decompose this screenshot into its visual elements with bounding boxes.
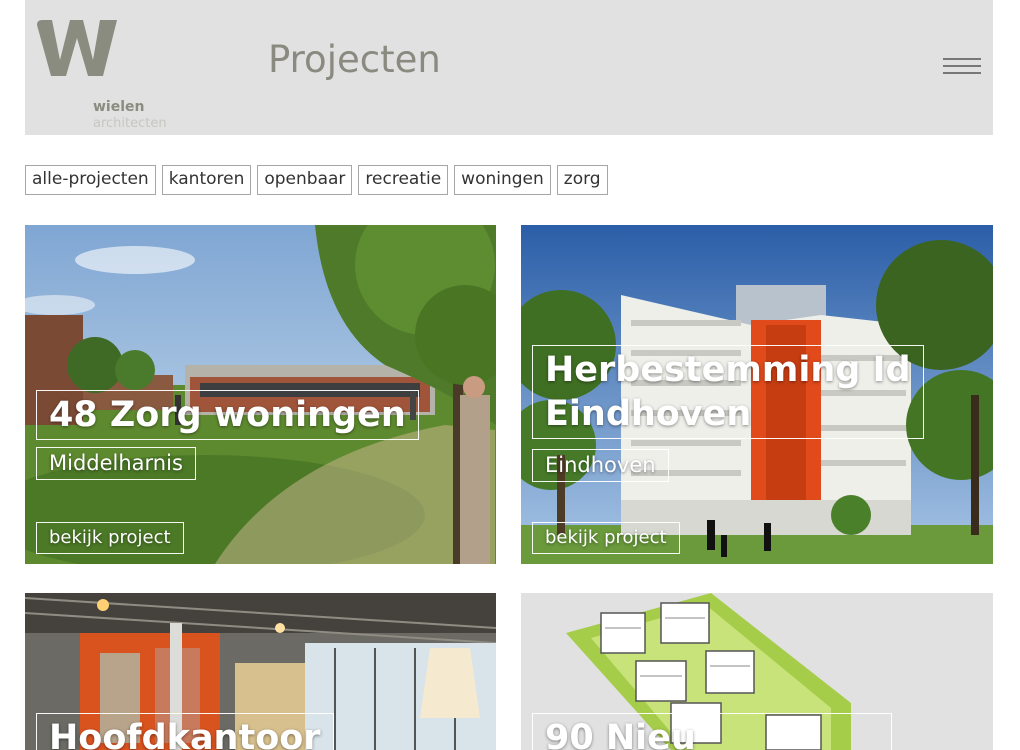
project-title-line-2: Eindhoven: [545, 394, 752, 434]
logo-w-mark: [37, 20, 117, 76]
project-title: 90 Nieu: [532, 713, 892, 750]
project-card-zorg-woningen[interactable]: 48 Zorg woningen Middelharnis bekijk pro…: [25, 225, 496, 564]
filter-recreatie[interactable]: recreatie: [358, 165, 449, 195]
view-project-link[interactable]: bekijk project: [36, 522, 184, 554]
project-title: Herbestemming Id Eindhoven: [532, 345, 924, 439]
filter-kantoren[interactable]: kantoren: [161, 165, 252, 195]
filter-woningen[interactable]: woningen: [454, 165, 551, 195]
filter-zorg[interactable]: zorg: [556, 165, 608, 195]
project-location: Eindhoven: [532, 449, 669, 482]
project-title: 48 Zorg woningen: [36, 390, 419, 440]
project-card-hoofdkantoor[interactable]: Hoofdkantoor: [25, 593, 496, 750]
site-header: wielen architecten Projecten: [25, 0, 993, 135]
category-filters: alle-projecten kantoren openbaar recreat…: [25, 165, 608, 195]
logo-subtitle: architecten: [93, 116, 167, 131]
project-card-herbestemming[interactable]: Herbestemming Id Eindhoven Eindhoven bek…: [521, 225, 993, 564]
project-title: Hoofdkantoor: [36, 713, 334, 750]
page-title: Projecten: [268, 38, 441, 81]
menu-button[interactable]: [943, 58, 981, 76]
logo[interactable]: wielen architecten: [37, 20, 177, 130]
view-project-link[interactable]: bekijk project: [532, 522, 680, 554]
filter-alle-projecten[interactable]: alle-projecten: [25, 165, 156, 195]
filter-openbaar[interactable]: openbaar: [257, 165, 353, 195]
logo-name: wielen: [93, 99, 145, 115]
project-location: Middelharnis: [36, 447, 196, 480]
hamburger-icon: [943, 58, 981, 74]
project-card-nieuwbouw[interactable]: 90 Nieu: [521, 593, 993, 750]
project-title-line-1: Herbestemming Id: [545, 350, 911, 390]
